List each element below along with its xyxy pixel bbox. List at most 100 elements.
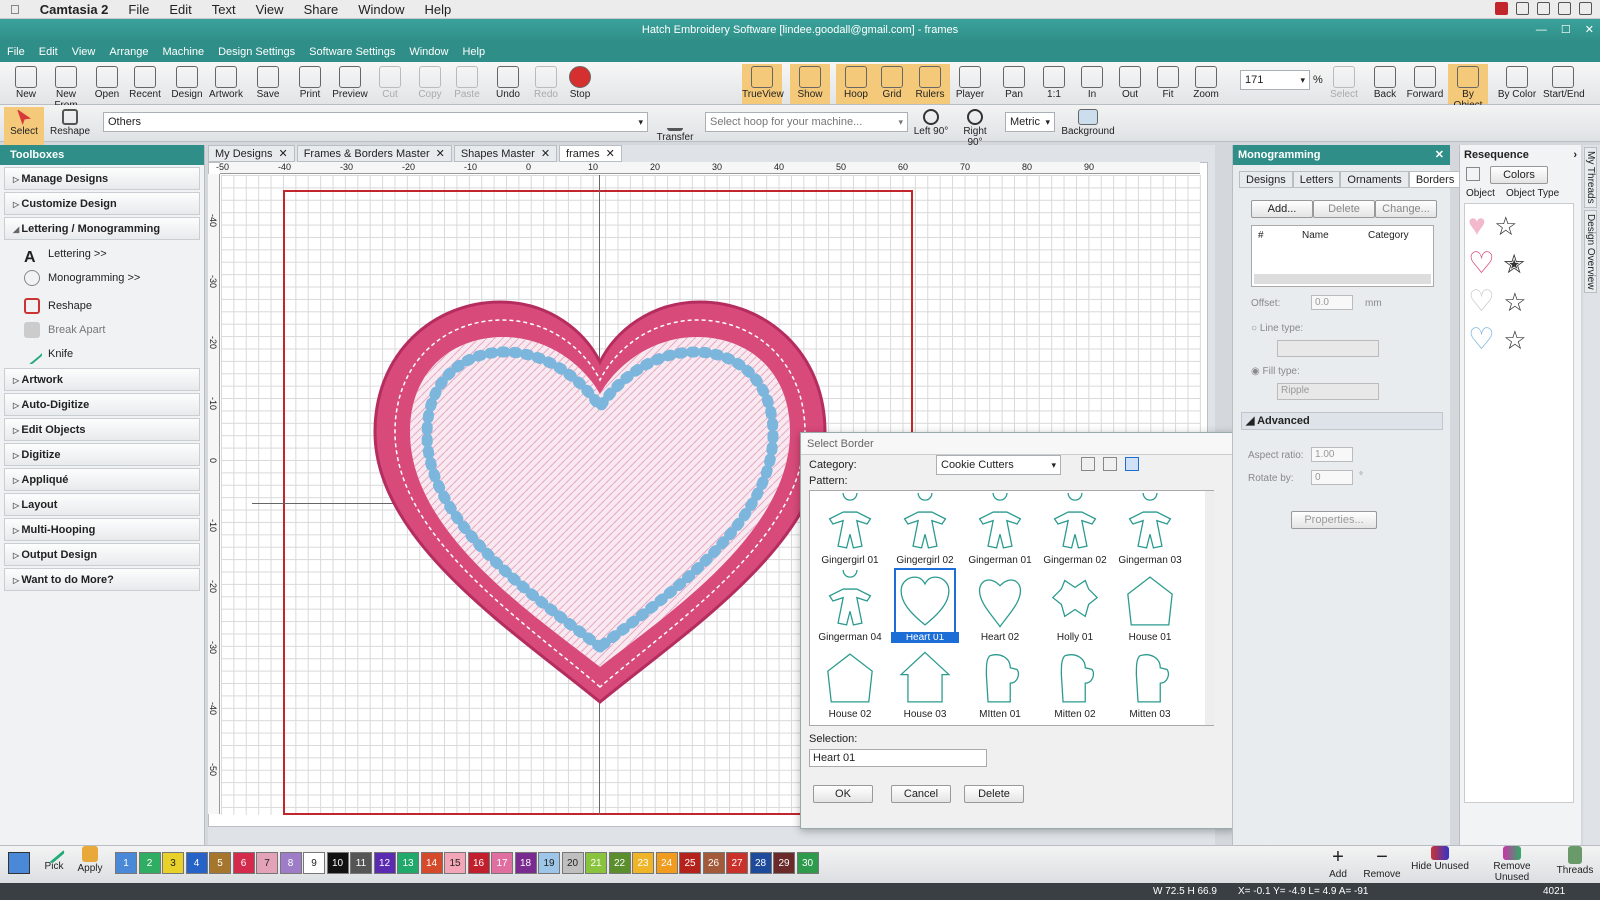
thread-swatch[interactable]: 19	[538, 852, 560, 874]
thread-swatch[interactable]: 12	[373, 852, 396, 874]
player-button[interactable]: Player	[950, 64, 990, 104]
preview-button[interactable]: Preview	[330, 64, 370, 104]
transfer-button[interactable]: Transfer	[655, 107, 695, 147]
thread-swatch[interactable]: 2	[138, 852, 161, 874]
toolbox-lettering-monogramming[interactable]: Lettering / Monogramming	[4, 217, 200, 240]
pattern-item[interactable]: House 03	[891, 647, 959, 720]
properties-button[interactable]: Properties...	[1291, 511, 1377, 529]
thread-swatch[interactable]: 22	[608, 852, 631, 874]
mac-menu-window[interactable]: Window	[348, 2, 414, 17]
hoop-button[interactable]: Hoop	[836, 64, 876, 104]
apple-icon[interactable]: 	[0, 2, 30, 17]
aspect-ratio-field[interactable]: 1.00	[1311, 447, 1353, 462]
pattern-item[interactable]: MItten 01	[966, 647, 1034, 720]
thread-swatch[interactable]: 29	[773, 852, 795, 874]
heart-border-object-icon[interactable]: ♡ ✭	[1468, 245, 1527, 283]
tab-borders[interactable]: Borders	[1408, 171, 1462, 188]
wifi-icon[interactable]	[1558, 2, 1571, 15]
thread-swatch[interactable]: 7	[256, 852, 278, 874]
pattern-item[interactable]: Gingergirl 01	[816, 493, 884, 566]
tool-knife[interactable]: Knife	[0, 342, 204, 366]
pan-button[interactable]: Pan	[994, 64, 1034, 104]
zoom-button[interactable]: Zoom	[1186, 64, 1226, 104]
close-tab-icon[interactable]: ✕	[541, 148, 550, 160]
colors-button[interactable]: Colors	[1490, 166, 1548, 184]
thread-swatch[interactable]: 14	[420, 852, 443, 874]
mac-menu-edit[interactable]: Edit	[159, 2, 201, 17]
thread-swatch[interactable]: 26	[702, 852, 725, 874]
thread-swatch[interactable]: 21	[585, 852, 607, 874]
pattern-item[interactable]: Heart 01	[891, 568, 959, 643]
toolbox-multi-hooping[interactable]: Multi-Hooping	[4, 518, 200, 541]
dropbox-icon[interactable]	[1537, 2, 1550, 15]
rulers-button[interactable]: Rulers	[910, 64, 950, 104]
mac-menu-view[interactable]: View	[246, 2, 294, 17]
menu-software-settings[interactable]: Software Settings	[302, 46, 402, 58]
tab-shapes-master[interactable]: Shapes Master ✕	[453, 145, 558, 162]
fill-type-radio[interactable]: ◉ Fill type:	[1251, 366, 1300, 377]
back-button[interactable]: Back	[1365, 64, 1405, 104]
menu-machine[interactable]: Machine	[156, 46, 212, 58]
fill-type-select[interactable]: Ripple	[1277, 383, 1379, 400]
menu-help[interactable]: Help	[455, 46, 492, 58]
pattern-item[interactable]: Gingerman 02	[1041, 493, 1109, 566]
pattern-item[interactable]: Mitten 02	[1041, 647, 1109, 720]
remove-unused-button[interactable]: Remove Unused	[1475, 844, 1549, 884]
new-button[interactable]: New	[6, 64, 46, 104]
tab-frames-borders-master[interactable]: Frames & Borders Master ✕	[296, 145, 452, 162]
thread-swatch[interactable]: 15	[444, 852, 466, 874]
cancel-button[interactable]: Cancel	[891, 785, 951, 803]
heart-fill-object-icon[interactable]: ♥ ☆	[1468, 207, 1527, 245]
save-button[interactable]: Save	[248, 64, 288, 104]
trueview-button[interactable]: TrueView	[742, 64, 784, 104]
artwork-button[interactable]: Artwork	[206, 64, 246, 104]
tool-reshape[interactable]: Reshape	[0, 294, 204, 318]
view-grid-icon[interactable]	[1125, 457, 1139, 471]
add-thread-button[interactable]: + Add	[1318, 844, 1358, 884]
thread-swatch[interactable]: 28	[749, 852, 772, 874]
tab-letters[interactable]: Letters	[1292, 171, 1341, 188]
pattern-item[interactable]: Gingerman 01	[966, 493, 1034, 566]
heart-design[interactable]	[365, 292, 835, 712]
object-type-select[interactable]: Others	[103, 112, 648, 132]
undo-button[interactable]: Undo	[488, 64, 528, 104]
thread-swatch[interactable]: 27	[726, 852, 748, 874]
sync-icon[interactable]	[1516, 2, 1529, 15]
units-select[interactable]: Metric	[1005, 112, 1055, 132]
tab-ornaments[interactable]: Ornaments	[1340, 171, 1409, 188]
thread-swatch[interactable]: 16	[467, 852, 490, 874]
thread-swatch[interactable]: 30	[796, 852, 819, 874]
thread-swatch[interactable]: 25	[679, 852, 701, 874]
minimize-icon[interactable]: —	[1536, 19, 1547, 41]
remove-thread-button[interactable]: − Remove	[1362, 844, 1402, 884]
tab-my-designs[interactable]: My Designs ✕	[208, 145, 295, 162]
hoop-select[interactable]: Select hoop for your machine...	[705, 112, 908, 132]
close-icon[interactable]: ✕	[1585, 19, 1594, 41]
view-large-icon[interactable]	[1081, 457, 1095, 471]
pattern-item[interactable]: Mitten 03	[1116, 647, 1184, 720]
toolbox-artwork[interactable]: Artwork	[4, 368, 200, 391]
advanced-section[interactable]: ◢ Advanced	[1241, 412, 1443, 430]
line-type-radio[interactable]: ○ Line type:	[1251, 323, 1303, 334]
current-color-icon[interactable]	[8, 852, 30, 874]
category-select[interactable]: Cookie Cutters	[936, 455, 1061, 475]
pattern-item[interactable]: Gingerman 04	[816, 570, 884, 643]
close-tab-icon[interactable]: ✕	[278, 148, 287, 160]
thread-swatch[interactable]: 13	[397, 852, 419, 874]
thread-swatch[interactable]: 10	[326, 852, 349, 874]
change-border-button[interactable]: Change...	[1375, 200, 1437, 218]
print-button[interactable]: Print	[290, 64, 330, 104]
volume-icon[interactable]	[1579, 2, 1592, 15]
toolbox-output-design[interactable]: Output Design	[4, 543, 200, 566]
rotate-left-button[interactable]: Left 90°	[911, 107, 951, 147]
menu-file[interactable]: File	[0, 46, 32, 58]
design-button[interactable]: Design	[167, 64, 207, 104]
toolbox-edit-objects[interactable]: Edit Objects	[4, 418, 200, 441]
thread-swatch[interactable]: 18	[514, 852, 537, 874]
thread-swatch[interactable]: 4	[185, 852, 208, 874]
collapse-panel-icon[interactable]: ›	[1573, 145, 1577, 165]
cut-button[interactable]: Cut	[370, 64, 410, 104]
selection-field[interactable]: Heart 01	[809, 749, 987, 767]
offset-field[interactable]: 0.0	[1311, 295, 1353, 310]
tab-designs[interactable]: Designs	[1239, 171, 1293, 188]
